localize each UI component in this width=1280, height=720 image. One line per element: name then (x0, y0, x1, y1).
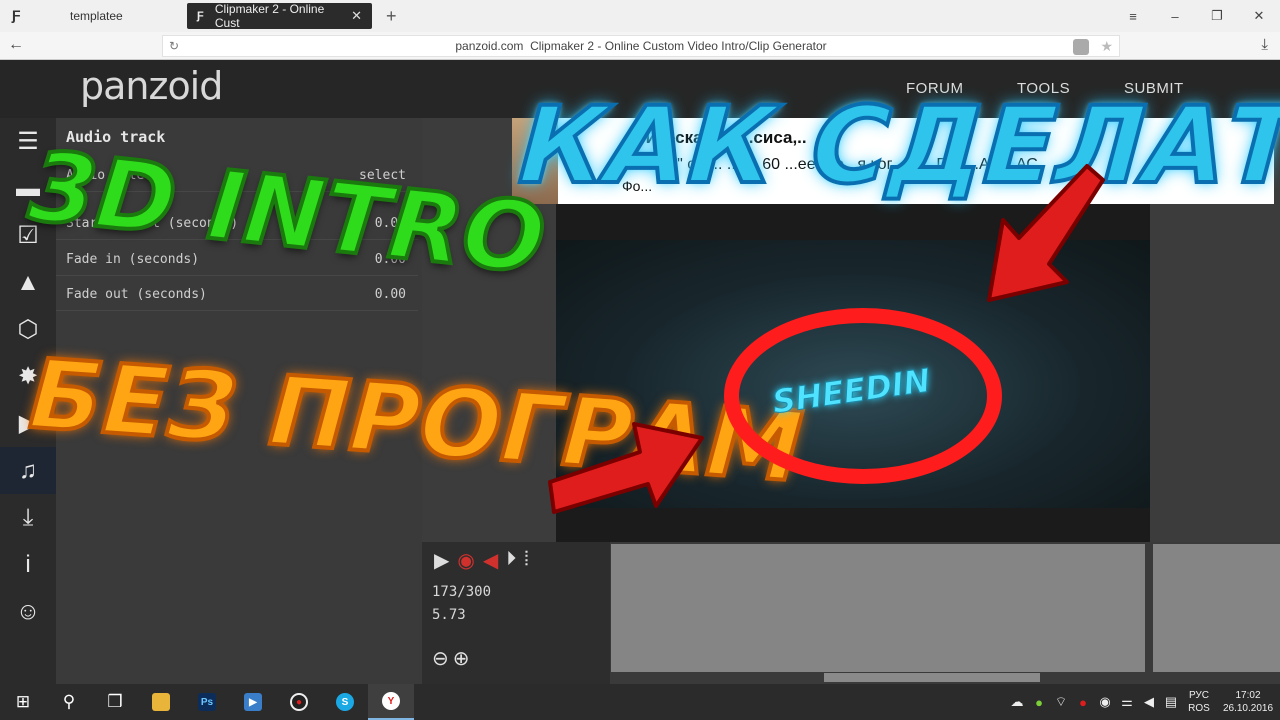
clock-time: 17:02 (1235, 690, 1261, 701)
url-field[interactable]: ↻ panzoid.com Clipmaker 2 - Online Custo… (162, 35, 1120, 57)
bookmark-star-icon[interactable]: ★ (1100, 38, 1113, 55)
volume-icon[interactable]: ◀ (1138, 694, 1160, 710)
search-icon[interactable]: ⚲ (46, 684, 92, 720)
clock[interactable]: 17:02 26.10.2016 (1216, 689, 1280, 715)
row-label: Fade out (seconds) (66, 287, 207, 302)
back-arrow-icon[interactable]: ← (8, 36, 24, 54)
record-tray-icon[interactable]: ● (1072, 695, 1094, 710)
page-title: Clipmaker 2 - Online Custom Video Intro/… (530, 39, 827, 53)
control-icons: ▶ ◉ ◀ ⏵ ⦙ (434, 548, 529, 573)
timeline[interactable] (610, 542, 1280, 684)
screen: Ƒ templatee Ƒ Clipmaker 2 - Online Cust … (0, 0, 1280, 720)
fade-out-input[interactable]: 0.00 (375, 287, 406, 302)
zoom-out-icon[interactable]: ⊖ (432, 646, 449, 671)
step-icon[interactable]: ⏵ (506, 548, 516, 573)
playback-controls: ▶ ◉ ◀ ⏵ ⦙ 173/300 5.73 ⊖ ⊕ (422, 542, 610, 684)
close-window-button[interactable]: ✕ (1238, 8, 1280, 24)
zoom-controls: ⊖ ⊕ (432, 646, 470, 671)
file-explorer-icon[interactable] (138, 684, 184, 720)
overlay-title-text: КАК СДЕЛАТЬ (514, 82, 1280, 209)
record-icon[interactable]: ● (276, 684, 322, 720)
browser-tab-bar: Ƒ templatee Ƒ Clipmaker 2 - Online Cust … (0, 0, 1280, 32)
zoom-in-icon[interactable]: ⊕ (453, 646, 470, 671)
tab-label: templatee (70, 9, 123, 23)
media-player-icon[interactable]: ▶ (230, 684, 276, 720)
downloads-icon[interactable]: ⤓ (1261, 36, 1268, 53)
waveform-icon[interactable]: ⦙ (524, 548, 528, 573)
frame-counter: 173/300 (432, 584, 492, 600)
smiley-icon[interactable]: ☺ (0, 588, 56, 635)
app-tray-icon[interactable]: ◉ (1094, 694, 1116, 710)
address-bar: ← ↻ panzoid.com Clipmaker 2 - Online Cus… (0, 32, 1280, 60)
yandex-browser-icon[interactable]: Y (368, 684, 414, 720)
url-domain: panzoid.com (455, 39, 524, 53)
cloud-icon[interactable]: ☁ (1006, 694, 1028, 710)
task-view-icon[interactable]: ❒ (92, 684, 138, 720)
panzoid-logo[interactable]: panzoid (80, 64, 223, 108)
panzoid-favicon-icon: Ƒ (197, 10, 204, 22)
clock-date: 26.10.2016 (1222, 703, 1274, 714)
network-icon[interactable]: ⚌ (1116, 694, 1138, 710)
lang-line: ROS (1188, 703, 1210, 714)
fade-out-row[interactable]: Fade out (seconds) 0.00 (56, 277, 418, 311)
system-tray: ☁ ● ⌔ ● ◉ ⚌ ◀ ▤ РУС ROS 17:02 26.10.2016 (1006, 684, 1280, 720)
play-icon[interactable]: ▶ (434, 548, 449, 573)
time-seconds: 5.73 (432, 607, 466, 623)
mute-icon[interactable]: ◀ (483, 548, 498, 573)
notification-icon[interactable]: ▤ (1160, 694, 1182, 710)
preview-side-column (1150, 204, 1280, 542)
timeline-track[interactable] (1153, 544, 1280, 672)
skype-icon[interactable]: S (322, 684, 368, 720)
menu-button[interactable]: ≡ (1112, 9, 1154, 24)
image-icon[interactable]: ▲ (0, 259, 56, 306)
lang-line: РУС (1188, 690, 1210, 701)
wifi-icon[interactable]: ⌔ (1050, 694, 1072, 710)
windows-start-icon[interactable]: ⊞ (0, 684, 46, 720)
url-text: panzoid.com Clipmaker 2 - Online Custom … (163, 39, 1119, 53)
window-controls: ≡ – ❐ ✕ (1112, 0, 1280, 32)
taskbar-apps: ⊞ ⚲ ❒ Ps ▶ ● S Y (0, 684, 414, 720)
maximize-button[interactable]: ❐ (1196, 8, 1238, 24)
photoshop-icon[interactable]: Ps (184, 684, 230, 720)
info-icon[interactable]: i (0, 541, 56, 588)
language-indicator[interactable]: РУС ROS (1182, 689, 1216, 715)
windows-taskbar: ⊞ ⚲ ❒ Ps ▶ ● S Y ☁ ● ⌔ ● ◉ ⚌ ◀ ▤ РУС ROS… (0, 684, 1280, 720)
red-arrow-up-right-icon (548, 422, 704, 514)
new-tab-button[interactable]: + (386, 6, 397, 27)
leaf-icon[interactable]: ● (1028, 695, 1050, 710)
timeline-scrollbar[interactable] (824, 673, 1040, 682)
tab-label: Clipmaker 2 - Online Cust (214, 2, 325, 30)
download-icon[interactable]: ⤓ (0, 494, 56, 541)
minimize-button[interactable]: – (1154, 9, 1196, 24)
red-arrow-down-left-icon (987, 164, 1105, 302)
music-icon[interactable]: ♫ (0, 447, 56, 494)
tab-templatee[interactable]: templatee (0, 3, 175, 29)
tab-clipmaker[interactable]: Ƒ Clipmaker 2 - Online Cust ✕ (187, 2, 372, 30)
close-tab-icon[interactable]: ✕ (351, 8, 362, 24)
eye-icon[interactable]: ◉ (457, 548, 474, 573)
timeline-track[interactable] (611, 544, 1145, 672)
extension-icon[interactable] (1073, 39, 1089, 55)
